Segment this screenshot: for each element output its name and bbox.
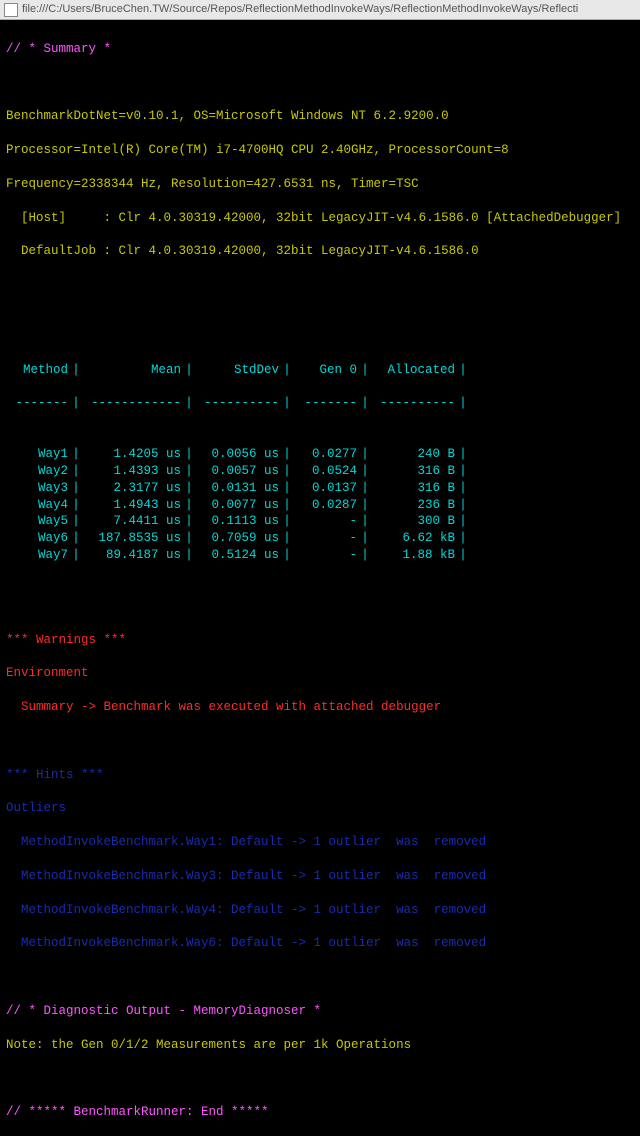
env-line: Processor=Intel(R) Core(TM) i7-4700HQ CP… — [6, 142, 634, 159]
table-row: Way5|7.4411 us|0.1113 us|-|300 B| — [6, 513, 634, 530]
env-line: [Host] : Clr 4.0.30319.42000, 32bit Lega… — [6, 210, 634, 227]
terminal-output: // * Summary * BenchmarkDotNet=v0.10.1, … — [0, 20, 640, 1136]
table-divider: -------| ------------| ----------| -----… — [6, 395, 634, 412]
diagnostic-note: Note: the Gen 0/1/2 Measurements are per… — [6, 1037, 634, 1054]
file-icon — [4, 3, 18, 17]
table-row: Way1|1.4205 us|0.0056 us|0.0277|240 B| — [6, 446, 634, 463]
table-row: Way3|2.3177 us|0.0131 us|0.0137|316 B| — [6, 480, 634, 497]
col-stddev: StdDev — [197, 362, 279, 379]
table-row: Way7|89.4187 us|0.5124 us|-|1.88 kB| — [6, 547, 634, 564]
table-row: Way4|1.4943 us|0.0077 us|0.0287|236 B| — [6, 497, 634, 514]
outliers-label: Outliers — [6, 800, 634, 817]
summary-label: // * Summary * — [6, 41, 634, 58]
env-line: DefaultJob : Clr 4.0.30319.42000, 32bit … — [6, 243, 634, 260]
table-row: Way6|187.8535 us|0.7059 us|-|6.62 kB| — [6, 530, 634, 547]
col-gen0: Gen 0 — [295, 362, 357, 379]
hint-line: MethodInvokeBenchmark.Way6: Default -> 1… — [6, 935, 634, 952]
hints-title: *** Hints *** — [6, 767, 634, 784]
table-header: Method| Mean| StdDev| Gen 0| Allocated| — [6, 362, 634, 379]
col-allocated: Allocated — [373, 362, 455, 379]
diagnostic-title: // * Diagnostic Output - MemoryDiagnoser… — [6, 1003, 634, 1020]
env-line: BenchmarkDotNet=v0.10.1, OS=Microsoft Wi… — [6, 108, 634, 125]
hint-line: MethodInvokeBenchmark.Way4: Default -> 1… — [6, 902, 634, 919]
warnings-title: *** Warnings *** — [6, 632, 634, 649]
hint-line: MethodInvokeBenchmark.Way3: Default -> 1… — [6, 868, 634, 885]
address-url: file:///C:/Users/BruceChen.TW/Source/Rep… — [22, 2, 578, 17]
warnings-summary: Summary -> Benchmark was executed with a… — [6, 699, 634, 716]
col-mean: Mean — [84, 362, 181, 379]
runner-end: // ***** BenchmarkRunner: End ***** — [6, 1104, 634, 1121]
col-method: Method — [6, 362, 68, 379]
address-bar[interactable]: file:///C:/Users/BruceChen.TW/Source/Rep… — [0, 0, 640, 20]
warnings-env: Environment — [6, 665, 634, 682]
env-line: Frequency=2338344 Hz, Resolution=427.653… — [6, 176, 634, 193]
hint-line: MethodInvokeBenchmark.Way1: Default -> 1… — [6, 834, 634, 851]
table-row: Way2|1.4393 us|0.0057 us|0.0524|316 B| — [6, 463, 634, 480]
